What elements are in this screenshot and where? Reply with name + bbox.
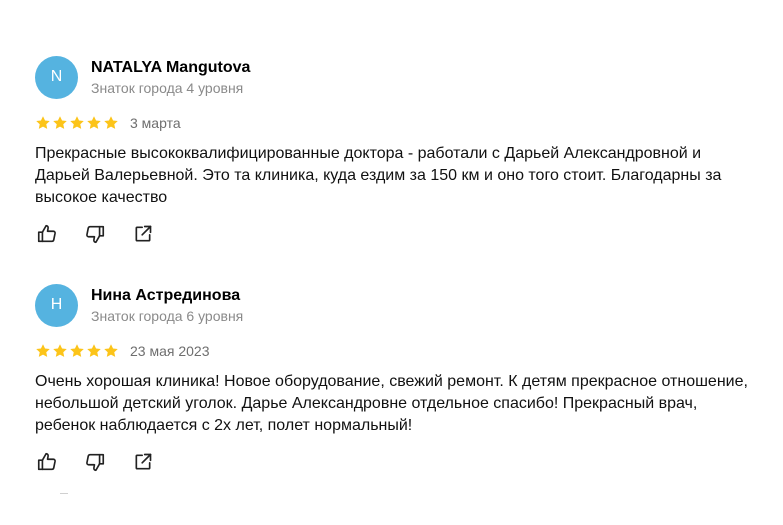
star-icon [103, 343, 119, 359]
star-icon [69, 343, 85, 359]
avatar[interactable]: N [35, 55, 78, 99]
avatar[interactable]: Н [35, 283, 78, 327]
rating-stars [35, 343, 119, 359]
share-icon[interactable] [131, 450, 155, 474]
author-name[interactable]: NATALYA Mangutova [91, 58, 250, 78]
like-icon[interactable] [35, 450, 59, 474]
star-icon [69, 115, 85, 131]
star-icon [35, 343, 51, 359]
dislike-icon[interactable] [83, 222, 107, 246]
star-icon [103, 115, 119, 131]
review-actions [35, 222, 155, 246]
star-icon [86, 115, 102, 131]
author-level: Знаток города 6 уровня [91, 307, 244, 324]
author-info: NATALYA Mangutova Знаток города 4 уровня [91, 58, 250, 97]
review-card: N NATALYA Mangutova Знаток города 4 уров… [35, 55, 755, 244]
review-date: 23 мая 2023 [130, 343, 210, 359]
star-icon [35, 115, 51, 131]
star-icon [52, 343, 68, 359]
divider [60, 493, 68, 494]
review-text: Очень хорошая клиника! Новое оборудовани… [35, 373, 748, 434]
review-meta: 3 марта [35, 113, 755, 133]
review-header: Н Нина Астрединова Знаток города 6 уровн… [35, 283, 755, 327]
review-actions [35, 450, 155, 474]
share-icon[interactable] [131, 222, 155, 246]
dislike-icon[interactable] [83, 450, 107, 474]
author-info: Нина Астрединова Знаток города 6 уровня [91, 286, 243, 325]
like-icon[interactable] [35, 222, 59, 246]
review-text: Прекрасные высококвалифицированные докто… [35, 145, 722, 206]
star-icon [86, 343, 102, 359]
author-level: Знаток города 4 уровня [91, 79, 244, 96]
review-meta: 23 мая 2023 [35, 341, 755, 361]
rating-stars [35, 115, 119, 131]
review-header: N NATALYA Mangutova Знаток города 4 уров… [35, 55, 755, 99]
star-icon [52, 115, 68, 131]
review-date: 3 марта [130, 115, 181, 131]
review-card: Н Нина Астрединова Знаток города 6 уровн… [35, 283, 755, 472]
author-name[interactable]: Нина Астрединова [91, 286, 243, 306]
